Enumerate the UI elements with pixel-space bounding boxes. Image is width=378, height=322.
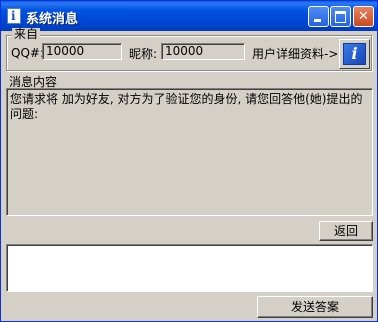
title-bar[interactable]: i 系统消息 ✕ <box>1 1 377 31</box>
maximize-icon <box>331 7 350 26</box>
qq-number-field[interactable]: 10000 <box>42 43 122 60</box>
qq-number-label: QQ#: <box>11 46 44 60</box>
nickname-field[interactable]: 10000 <box>161 43 245 60</box>
message-content-box[interactable]: 您请求将 加为好友, 对方为了验证您的身份, 请您回答他(她)提出的问题: <box>6 88 373 216</box>
source-group-label: 来自 <box>12 27 41 41</box>
user-details-button[interactable]: i <box>339 39 370 69</box>
back-button[interactable]: 返回 <box>319 221 373 241</box>
answer-input[interactable] <box>6 244 373 292</box>
window-title: 系统消息 <box>26 12 79 27</box>
info-icon: i <box>343 43 366 65</box>
send-answer-button[interactable]: 发送答案 <box>257 296 373 318</box>
app-icon: i <box>7 8 21 24</box>
close-button[interactable]: ✕ <box>353 6 374 27</box>
system-message-window: i 系统消息 ✕ 来自 QQ#: 10000 昵称: 10000 用户详细资料-… <box>0 0 378 322</box>
close-icon: ✕ <box>358 9 369 24</box>
maximize-button[interactable] <box>330 6 351 27</box>
minimize-icon <box>309 7 328 26</box>
user-details-label: 用户详细资料-> <box>252 47 339 61</box>
minimize-button[interactable] <box>308 6 329 27</box>
nickname-label: 昵称: <box>129 47 158 61</box>
